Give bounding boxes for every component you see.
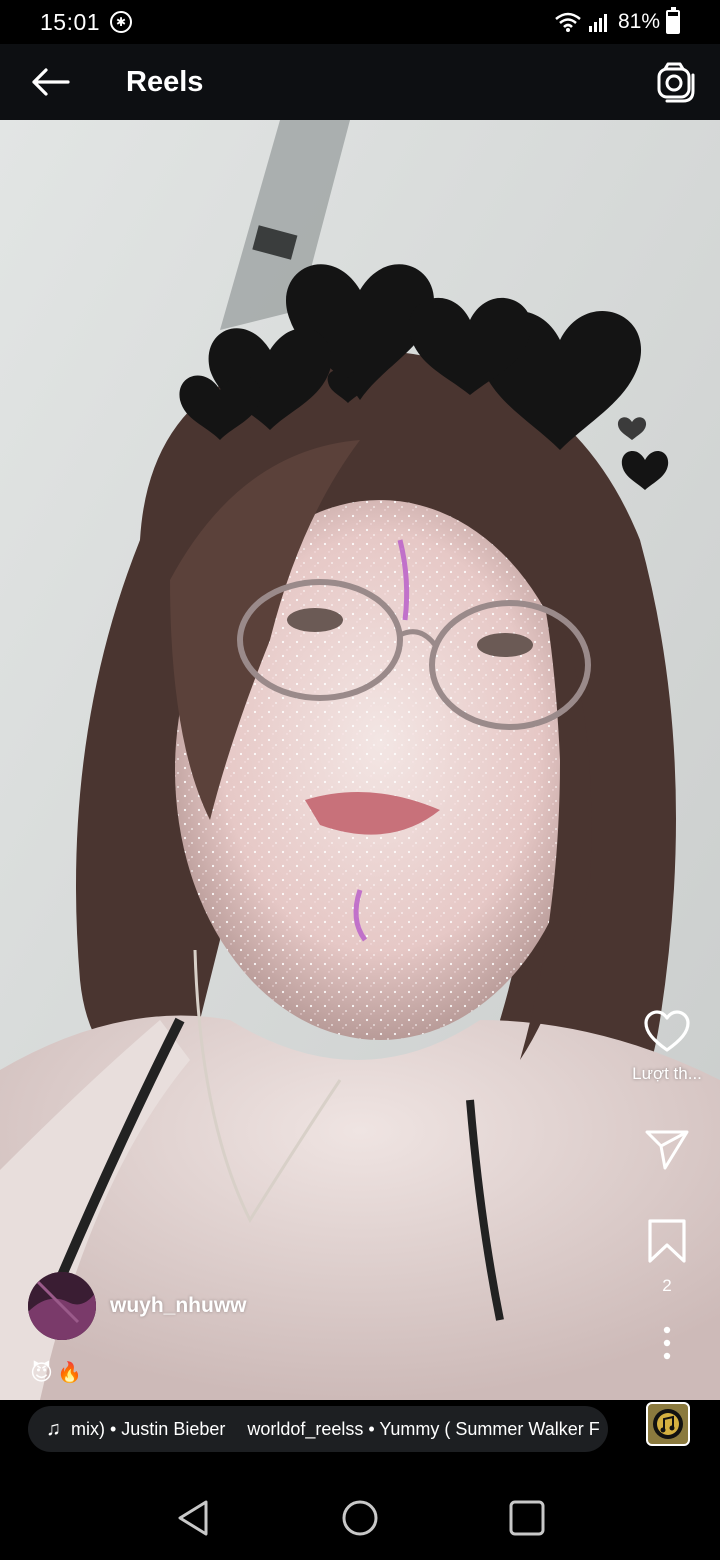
- caption: 😈 🔥: [30, 1360, 82, 1386]
- audio-part-2: worldof_reelss • Yummy ( Summer Walker F: [247, 1418, 600, 1439]
- music-disc-icon: [653, 1409, 683, 1439]
- author-row[interactable]: wuyh_nhuww: [28, 1272, 247, 1340]
- battery-percent: 81%: [617, 10, 660, 33]
- nav-home-button[interactable]: [320, 1478, 400, 1558]
- audio-part-1: mix) • Justin Bieber: [71, 1418, 226, 1439]
- more-vertical-icon[interactable]: [662, 1326, 672, 1360]
- nav-back-button[interactable]: [153, 1478, 233, 1558]
- status-time: 15:01: [40, 8, 101, 35]
- devil-emoji: 😈: [30, 1360, 53, 1385]
- app-header: Reels: [0, 44, 720, 120]
- bookmark-icon[interactable]: [647, 1218, 687, 1264]
- nav-recents-button[interactable]: [487, 1478, 567, 1558]
- accessibility-icon: ✱: [110, 11, 133, 33]
- status-bar: 15:01 ✱ 81%: [0, 0, 720, 44]
- heart-icon[interactable]: [643, 1010, 691, 1054]
- system-nav-bar: [0, 1476, 720, 1560]
- audio-thumbnail[interactable]: [646, 1402, 690, 1446]
- back-button[interactable]: [0, 44, 100, 120]
- fire-emoji: 🔥: [56, 1362, 82, 1384]
- send-icon[interactable]: [644, 1128, 690, 1172]
- reel-video[interactable]: [0, 120, 720, 1400]
- more-options-button[interactable]: [622, 1326, 712, 1360]
- avatar[interactable]: [28, 1272, 96, 1340]
- battery-icon: [666, 7, 680, 34]
- like-count-label: Lượt th...: [632, 1064, 702, 1083]
- camera-button[interactable]: [632, 44, 720, 120]
- music-bar: ♫ mix) • Justin Bieber worldof_reelss • Y…: [0, 1400, 720, 1476]
- save-action[interactable]: 2: [622, 1218, 712, 1296]
- back-arrow-icon: [32, 68, 70, 96]
- nav-back-icon: [178, 1500, 208, 1536]
- nav-home-icon: [342, 1500, 378, 1536]
- music-note-icon: ♫: [46, 1417, 61, 1440]
- avatar-image: [28, 1272, 96, 1340]
- save-count: 2: [662, 1276, 672, 1295]
- audio-track-text: mix) • Justin Bieber worldof_reelss • Yum…: [71, 1419, 600, 1440]
- share-action[interactable]: [622, 1128, 712, 1172]
- like-action[interactable]: Lượt th...: [622, 1010, 712, 1084]
- camera-icon: [657, 62, 695, 103]
- audio-pill[interactable]: ♫ mix) • Justin Bieber worldof_reelss • Y…: [28, 1406, 608, 1452]
- wifi-icon: [555, 12, 581, 32]
- signal-icon: [588, 14, 607, 32]
- page-title: Reels: [126, 65, 204, 98]
- nav-recents-icon: [509, 1500, 545, 1536]
- username[interactable]: wuyh_nhuww: [110, 1294, 247, 1318]
- status-indicators: 81%: [554, 7, 680, 34]
- video-frame: [0, 120, 720, 1400]
